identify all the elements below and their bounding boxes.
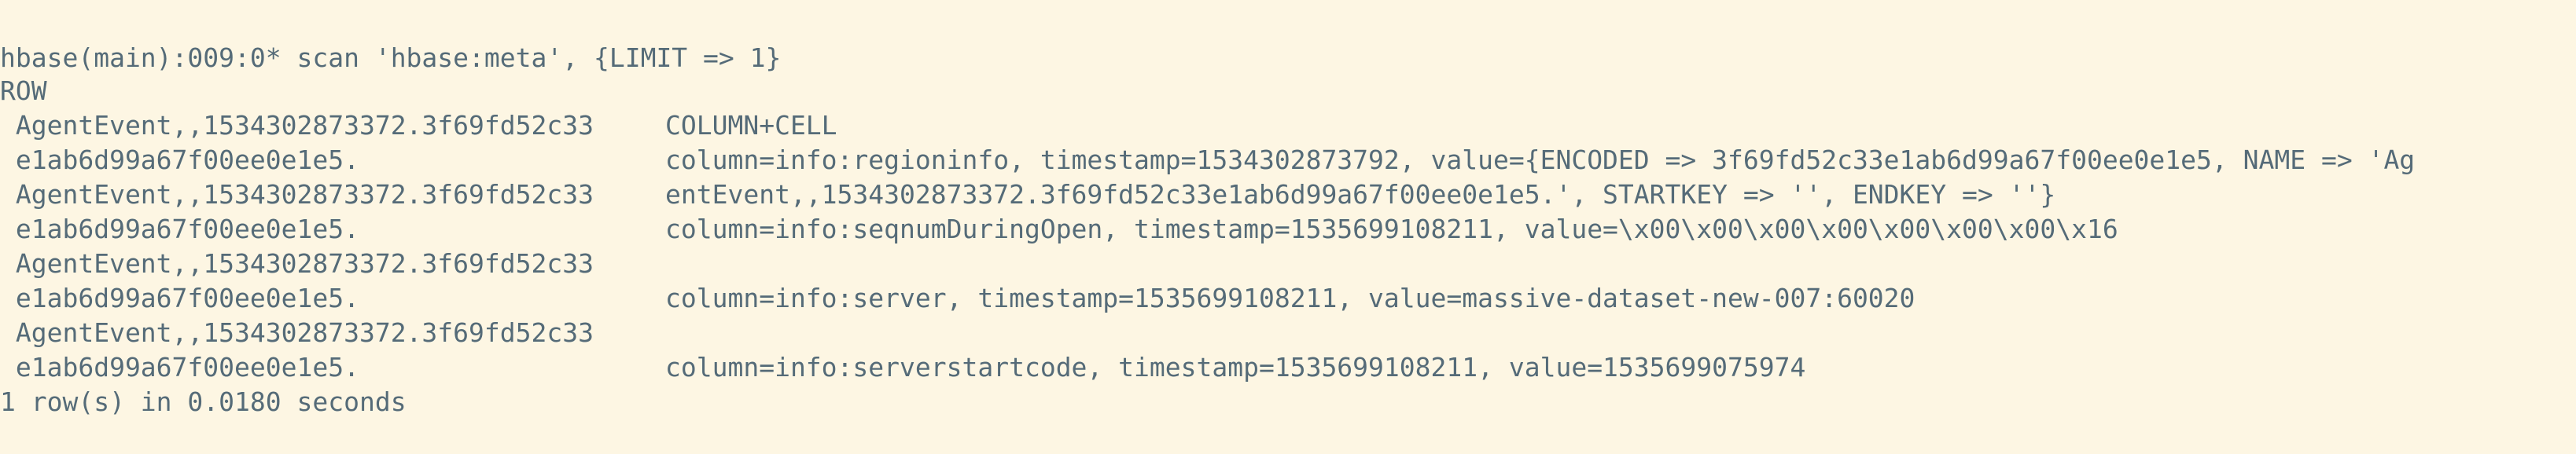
- header-line: ROW COLUMN+CELL: [0, 39, 837, 141]
- cell-value: column=info:regioninfo, timestamp=153430…: [665, 145, 2416, 175]
- header-cell-label: COLUMN+CELL: [665, 110, 837, 141]
- cell-value: column=info:seqnumDuringOpen, timestamp=…: [665, 214, 2118, 244]
- table-row-continuation: e1ab6d99a67f00ee0e1e5.: [0, 247, 359, 313]
- table-row: AgentEvent,,1534302873372.3f69fd52c33 co…: [0, 212, 1915, 313]
- terminal-window[interactable]: hbase(main):009:0* scan 'hbase:meta', {L…: [0, 0, 2576, 417]
- row-key: AgentEvent,,1534302873372.3f69fd52c33: [0, 110, 594, 141]
- table-row: AgentEvent,,1534302873372.3f69fd52c33 co…: [0, 74, 2415, 175]
- cell-value: column=info:serverstartcode, timestamp=1…: [665, 352, 1806, 383]
- table-row-continuation: e1ab6d99a67f00ee0e1e5.: [0, 178, 359, 244]
- row-key: AgentEvent,,1534302873372.3f69fd52c33: [0, 179, 594, 210]
- cell-value-continuation: entEvent,,1534302873372.3f69fd52c33e1ab6…: [665, 179, 2056, 210]
- cell-value: column=info:server, timestamp=1535699108…: [665, 283, 1915, 313]
- table-row: AgentEvent,,1534302873372.3f69fd52c33 co…: [0, 143, 2118, 244]
- row-key: AgentEvent,,1534302873372.3f69fd52c33: [0, 248, 594, 279]
- table-row-continuation: e1ab6d99a67f00ee0e1e5.: [0, 316, 359, 383]
- summary-line: 1 row(s) in 0.0180 seconds: [0, 350, 407, 417]
- prompt-command: hbase(main):009:0* scan 'hbase:meta', {L…: [0, 42, 782, 73]
- table-row-continuation: e1ab6d99a67f00ee0e1e5. entEvent,,1534302…: [0, 108, 2055, 210]
- prompt-line: hbase(main):009:0* scan 'hbase:meta', {L…: [0, 6, 781, 73]
- result-summary: 1 row(s) in 0.0180 seconds: [0, 386, 407, 417]
- row-key: AgentEvent,,1534302873372.3f69fd52c33: [0, 317, 594, 348]
- table-row: AgentEvent,,1534302873372.3f69fd52c33 co…: [0, 281, 1805, 383]
